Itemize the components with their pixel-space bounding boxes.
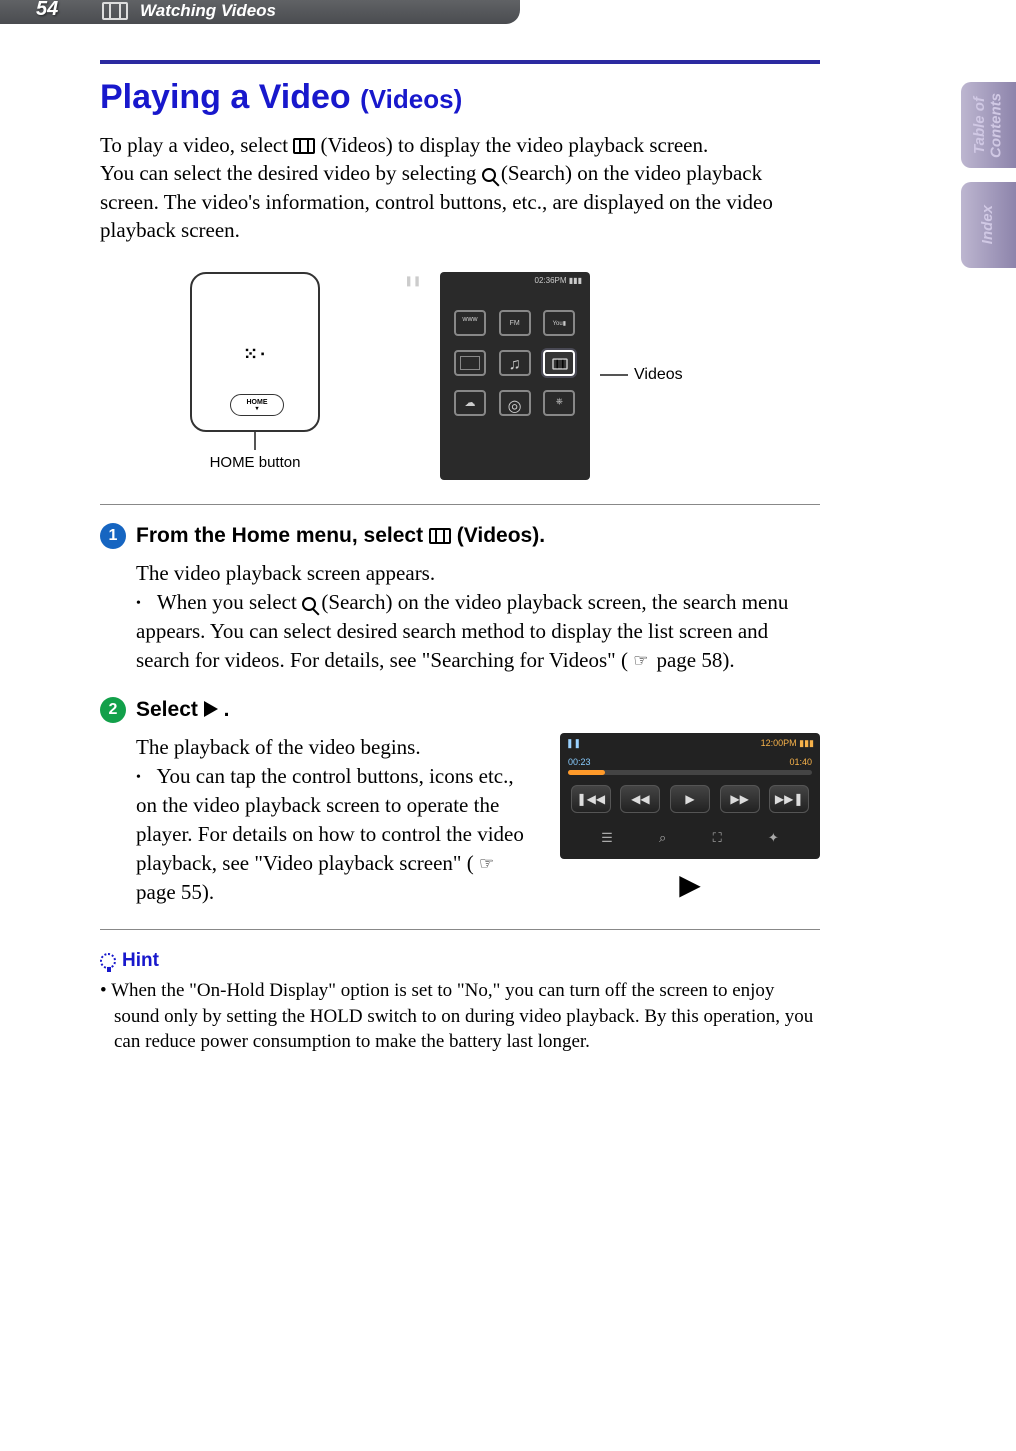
tab-index[interactable]: Index xyxy=(961,182,1016,268)
videos-icon xyxy=(293,138,315,154)
step2-head-b: . xyxy=(224,698,230,721)
home-button-caption: HOME button xyxy=(180,454,330,471)
step1-head-b: (Videos). xyxy=(457,524,545,547)
home-button: HOME ▾ xyxy=(230,394,284,416)
scene-icon: ⛶ xyxy=(713,829,722,847)
step-1-body: The video playback screen appears. When … xyxy=(136,559,820,675)
step2-bullet: You can tap the control buttons, icons e… xyxy=(136,762,534,907)
separator xyxy=(100,929,820,930)
elapsed-time: 00:23 xyxy=(568,756,591,768)
page-content: Playing a Video (Videos) To play a video… xyxy=(100,60,820,1055)
menu-item-photos xyxy=(454,350,486,376)
intro-1a: To play a video, select xyxy=(100,133,293,157)
play-icon-large: ▶ xyxy=(560,867,820,906)
play-button: ▶ xyxy=(670,785,710,813)
battery-icon: ▮▮▮ xyxy=(569,276,582,285)
step2-bullet-a: You can tap the control buttons, icons e… xyxy=(136,764,524,875)
step2-head-a: Select xyxy=(136,698,204,721)
home-menu-screenshot: ❚❚ 02:36PM ▮▮▮ www FM You▮ ♫ ☁ ◎ ⎈ xyxy=(440,272,590,480)
menu-status-time: 02:36PM xyxy=(535,276,567,285)
menu-item-youtube: You▮ xyxy=(543,310,575,336)
step1-bullet: When you select (Search) on the video pl… xyxy=(136,588,820,675)
home-menu-grid: www FM You▮ ♫ ☁ ◎ ⎈ xyxy=(454,310,576,416)
page-reference-icon xyxy=(633,654,651,668)
forward-button: ▶▶ xyxy=(720,785,760,813)
total-time: 01:40 xyxy=(789,756,812,768)
separator xyxy=(100,504,820,505)
menu-item-music: ♫ xyxy=(499,350,531,376)
page-title: Playing a Video (Videos) xyxy=(100,78,820,117)
intro-1b: (Videos) to display the video playback s… xyxy=(321,133,709,157)
intro-paragraph: To play a video, select (Videos) to disp… xyxy=(100,131,820,244)
step1-intro: The video playback screen appears. xyxy=(136,559,820,588)
walkman-logo: ⁙∙ xyxy=(192,344,318,365)
step-2: 2 Select . The playback of the video beg… xyxy=(100,697,820,907)
menu-item-noise-cancel: ◎ xyxy=(499,390,531,416)
title-rule xyxy=(100,60,820,64)
tab-table-of-contents[interactable]: Table of Contents xyxy=(961,82,1016,168)
menu-item-settings: ⎈ xyxy=(543,390,575,416)
video-playback-screenshot: ❚❚ 12:00PM ▮▮▮ 00:23 01:40 ❚◀◀ ◀◀ ▶ ▶▶ ▶… xyxy=(560,733,820,859)
videos-callout: Videos xyxy=(600,366,683,384)
step1-bullet-a: When you select xyxy=(157,590,302,614)
playback-status-time: 12:00PM xyxy=(761,738,797,748)
intro-2a: You can select the desired video by sele… xyxy=(100,161,482,185)
control-row: ❚◀◀ ◀◀ ▶ ▶▶ ▶▶❚ xyxy=(560,775,820,823)
step2-bullet-b: page 55). xyxy=(136,880,214,904)
section-title: Watching Videos xyxy=(140,1,276,21)
title-main: Playing a Video xyxy=(100,78,351,116)
video-section-icon xyxy=(102,2,128,20)
step-2-body: The playback of the video begins. You ca… xyxy=(136,733,820,907)
step2-intro: The playback of the video begins. xyxy=(136,733,534,762)
hint-label: Hint xyxy=(122,950,159,972)
hint-heading: Hint xyxy=(100,950,820,972)
step1-bullet-c: page 58). xyxy=(656,648,734,672)
search-icon xyxy=(302,597,316,611)
step-1-heading: 1 From the Home menu, select (Videos). xyxy=(100,523,820,549)
step1-head-a: From the Home menu, select xyxy=(136,524,429,547)
device-illustration: ⁙∙ HOME ▾ HOME button xyxy=(180,272,330,471)
step-1-number: 1 xyxy=(100,523,126,549)
step-1: 1 From the Home menu, select (Videos). T… xyxy=(100,523,820,675)
rewind-button: ◀◀ xyxy=(620,785,660,813)
videos-callout-label: Videos xyxy=(634,366,683,384)
videos-icon xyxy=(429,528,451,544)
step-2-heading: 2 Select . xyxy=(100,697,820,723)
next-button: ▶▶❚ xyxy=(769,785,809,813)
page-number: 54 xyxy=(36,0,58,21)
search-icon xyxy=(482,168,496,182)
previous-button: ❚◀◀ xyxy=(571,785,611,813)
hint-bulb-icon xyxy=(100,953,116,969)
search-icon: ⌕ xyxy=(659,829,666,847)
tab-toc-label: Table of Contents xyxy=(972,93,1005,158)
play-icon xyxy=(204,701,218,717)
home-button-label: HOME xyxy=(247,399,268,406)
menu-status-bar: ❚❚ 02:36PM ▮▮▮ xyxy=(535,276,582,285)
pause-indicator-icon: ❚❚ xyxy=(566,737,581,749)
menu-item-videos xyxy=(543,350,575,376)
title-sub: (Videos) xyxy=(360,84,462,114)
step-2-number: 2 xyxy=(100,697,126,723)
page-reference-icon xyxy=(479,857,497,871)
menu-item-podcast: ☁ xyxy=(454,390,486,416)
menu-item-www: www xyxy=(454,310,486,336)
list-icon: ☰ xyxy=(601,829,613,847)
figure-row: ⁙∙ HOME ▾ HOME button ❚❚ 02:36PM ▮▮▮ www… xyxy=(180,272,820,480)
menu-item-fm: FM xyxy=(499,310,531,336)
options-icon: ✦ xyxy=(768,829,779,847)
pause-indicator-icon: ❚❚ xyxy=(405,276,422,287)
tab-index-label: Index xyxy=(980,205,997,244)
callout-line xyxy=(254,432,256,450)
device-body: ⁙∙ HOME ▾ xyxy=(190,272,320,432)
hint-text: When the "On-Hold Display" option is set… xyxy=(100,978,820,1055)
page-header: 54 Watching Videos xyxy=(0,0,520,24)
progress-bar xyxy=(568,770,812,775)
